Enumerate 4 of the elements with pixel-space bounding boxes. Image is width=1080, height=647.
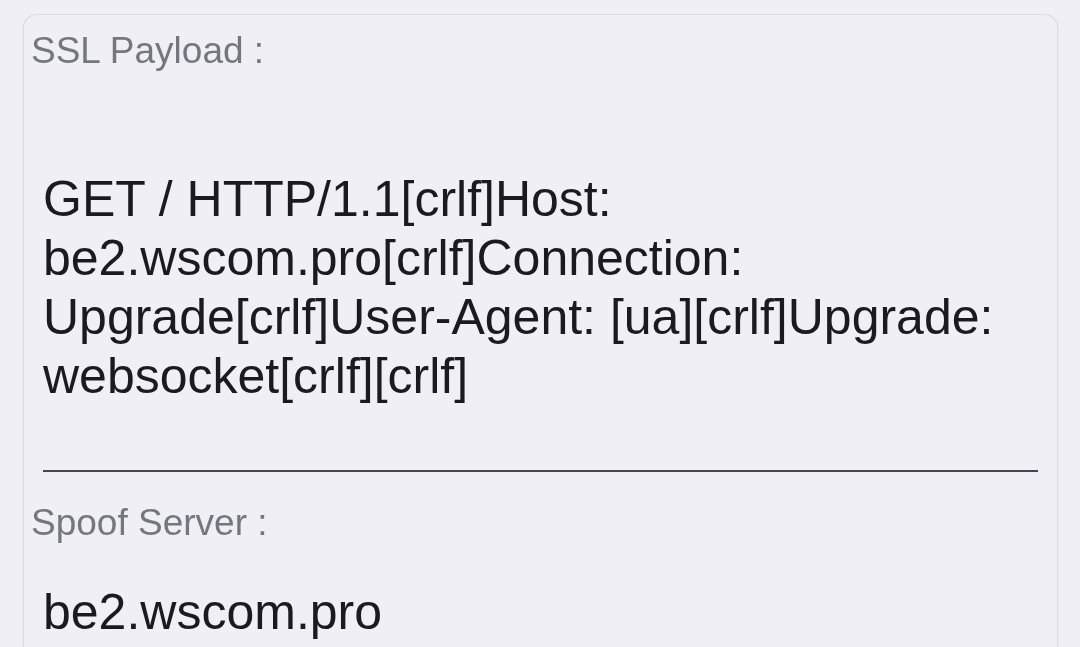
- text-field[interactable]: GET / HTTP/1.1[crlf]Host: be2.wscom.pro[crlf]Connection: Upgrade[crlf]User-Agent: [ua][crlf]Upgrade: websocket[crlf][crlf]: [43, 73, 1038, 472]
- field-label: Spoof Server :: [31, 501, 268, 545]
- field-label: SSL Payload :: [31, 29, 265, 73]
- text-field[interactable]: be2.wscom.pro: [43, 545, 1038, 642]
